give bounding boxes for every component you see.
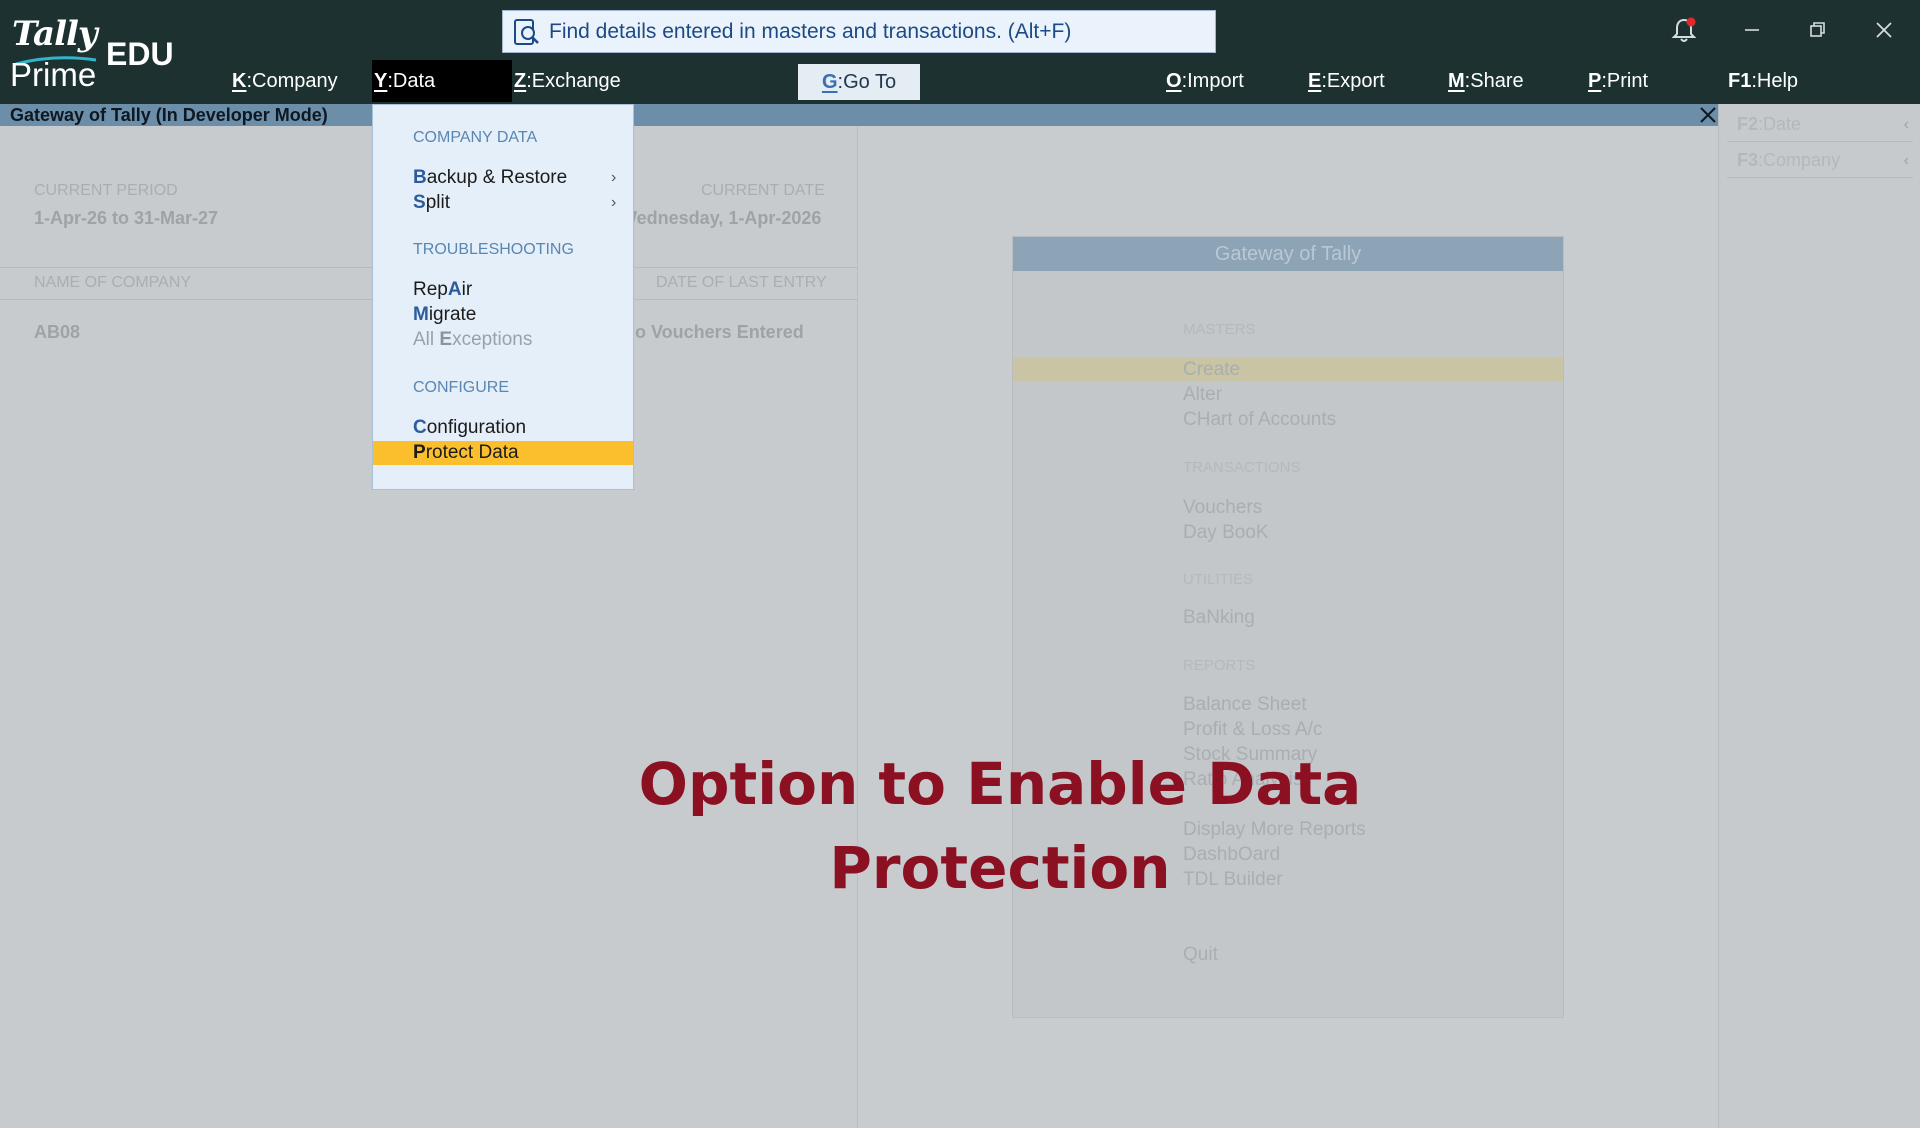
company-name[interactable]: AB08 bbox=[34, 322, 80, 343]
gateway-item-profit-loss[interactable]: Profit & Loss A/c bbox=[1183, 719, 1322, 741]
chevron-left-icon: ‹ bbox=[1903, 152, 1909, 169]
minimize-button[interactable] bbox=[1730, 12, 1774, 48]
annotation-caption: Option to Enable Data Protection bbox=[500, 742, 1500, 910]
restore-icon bbox=[1810, 22, 1825, 37]
menu-import[interactable]: O: Import bbox=[1166, 60, 1244, 102]
menu-item-protect-data[interactable]: Protect Data bbox=[413, 442, 519, 464]
restore-button[interactable] bbox=[1796, 12, 1840, 48]
logo-prime-text: Prime bbox=[10, 56, 97, 93]
current-date-label: CURRENT DATE bbox=[701, 182, 825, 199]
gateway-item-day-book[interactable]: Day BooK bbox=[1183, 522, 1269, 544]
search-icon bbox=[514, 18, 539, 45]
gateway-item-quit[interactable]: Quit bbox=[1183, 944, 1218, 966]
chevron-right-icon: › bbox=[611, 194, 617, 211]
menu-exchange[interactable]: Z: Exchange bbox=[514, 60, 621, 102]
menu-print[interactable]: P: Print bbox=[1588, 60, 1648, 102]
gateway-highlight bbox=[1013, 357, 1563, 381]
menu-item-all-exceptions: All Exceptions bbox=[413, 329, 533, 350]
chevron-left-icon: ‹ bbox=[1903, 116, 1909, 133]
section-utilities: UTILITIES bbox=[1183, 571, 1254, 588]
section-configure: CONFIGURE bbox=[413, 379, 509, 396]
company-name-label: NAME OF COMPANY bbox=[34, 274, 192, 291]
menu-item-configuration[interactable]: Configuration bbox=[413, 417, 526, 439]
last-entry-label: DATE OF LAST ENTRY bbox=[656, 274, 827, 291]
section-troubleshooting: TROUBLESHOOTING bbox=[413, 241, 574, 258]
right-button-panel: F2: Date ‹ F3: Company ‹ bbox=[1718, 104, 1920, 1128]
close-window-button[interactable] bbox=[1862, 12, 1906, 48]
data-menu-dropdown: COMPANY DATA Backup & Restore › Split › … bbox=[372, 104, 634, 490]
close-icon bbox=[1876, 22, 1892, 38]
gateway-item-banking[interactable]: BaNking bbox=[1183, 607, 1255, 629]
menu-item-repair[interactable]: RepAir bbox=[413, 279, 472, 301]
gateway-item-chart-of-accounts[interactable]: CHart of Accounts bbox=[1183, 409, 1336, 431]
tally-prime-logo: Tally Prime EDU bbox=[10, 12, 190, 93]
menu-company[interactable]: K: Company bbox=[232, 60, 338, 102]
section-masters: MASTERS bbox=[1183, 321, 1256, 338]
window-title: Gateway of Tally (In Developer Mode) bbox=[10, 105, 328, 125]
top-bar: Tally Prime EDU Find details entered in … bbox=[0, 0, 1920, 104]
gateway-item-create[interactable]: Create bbox=[1183, 359, 1240, 381]
current-period-label: CURRENT PERIOD bbox=[34, 182, 178, 199]
menu-help[interactable]: F1: Help bbox=[1728, 60, 1798, 102]
menu-share[interactable]: M: Share bbox=[1448, 60, 1524, 102]
close-icon[interactable] bbox=[1698, 105, 1718, 125]
section-reports: REPORTS bbox=[1183, 657, 1256, 674]
last-entry-value: No Vouchers Entered bbox=[622, 322, 804, 342]
chevron-right-icon: › bbox=[611, 169, 617, 186]
menu-item-migrate[interactable]: Migrate bbox=[413, 304, 476, 326]
edition-label: EDU bbox=[106, 36, 174, 72]
caption-line-2: Protection bbox=[829, 834, 1171, 902]
company-button[interactable]: F3: Company ‹ bbox=[1727, 144, 1913, 178]
search-input[interactable]: Find details entered in masters and tran… bbox=[502, 10, 1216, 53]
menu-data[interactable]: Y: Data bbox=[372, 60, 512, 102]
current-period-value: 1-Apr-26 to 31-Mar-27 bbox=[34, 208, 219, 228]
bell-icon bbox=[1671, 17, 1697, 42]
minimize-icon bbox=[1745, 29, 1759, 31]
date-button[interactable]: F2: Date ‹ bbox=[1727, 108, 1913, 142]
notification-button[interactable] bbox=[1662, 12, 1706, 48]
menu-go-to[interactable]: G: Go To bbox=[798, 64, 920, 100]
section-company-data: COMPANY DATA bbox=[413, 129, 538, 146]
menu-export[interactable]: E: Export bbox=[1308, 60, 1385, 102]
menu-item-split[interactable]: Split bbox=[413, 192, 450, 214]
caption-line-1: Option to Enable Data bbox=[638, 750, 1362, 818]
search-placeholder: Find details entered in masters and tran… bbox=[549, 19, 1072, 43]
window-title-bar: Gateway of Tally (In Developer Mode) bbox=[0, 104, 1718, 126]
section-transactions: TRANSACTIONS bbox=[1183, 459, 1301, 476]
logo-tally-text: Tally bbox=[12, 14, 98, 54]
menu-item-backup-restore[interactable]: Backup & Restore bbox=[413, 167, 567, 189]
gateway-item-balance-sheet[interactable]: Balance Sheet bbox=[1183, 694, 1307, 716]
gateway-item-alter[interactable]: Alter bbox=[1183, 384, 1222, 406]
gateway-title: Gateway of Tally bbox=[1013, 237, 1563, 271]
current-date-value: Wednesday, 1-Apr-2026 bbox=[620, 208, 822, 228]
gateway-item-vouchers[interactable]: Vouchers bbox=[1183, 497, 1262, 519]
